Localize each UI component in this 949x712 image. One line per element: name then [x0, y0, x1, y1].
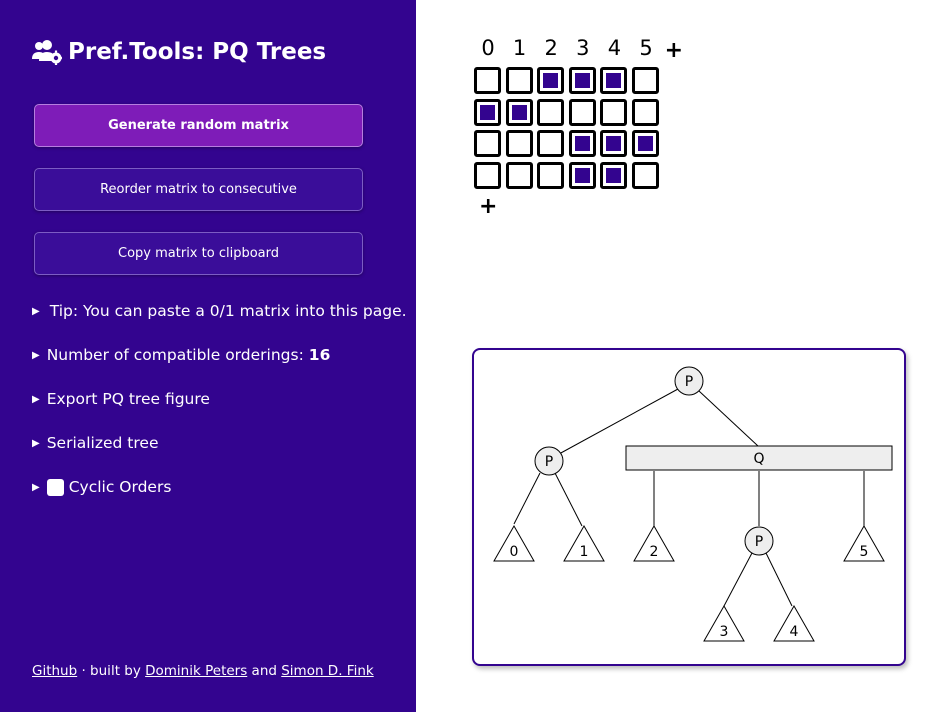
leaf-0[interactable]: 0 — [493, 524, 535, 562]
tree-edge — [558, 388, 679, 455]
leaf-label: 3 — [720, 624, 729, 640]
matrix-column-label: 2 — [544, 36, 558, 60]
matrix-cell[interactable] — [537, 98, 565, 126]
matrix-column-label: 5 — [639, 36, 653, 60]
leaf-3[interactable]: 3 — [703, 604, 745, 642]
inner-p-node[interactable]: P — [744, 526, 774, 556]
leaf-label: 4 — [790, 624, 799, 640]
matrix-cell[interactable] — [537, 130, 565, 157]
matrix-cell[interactable] — [600, 161, 628, 189]
leaf-5[interactable]: 5 — [843, 524, 885, 562]
matrix-cell[interactable] — [632, 67, 659, 94]
github-link[interactable]: Github — [32, 663, 77, 679]
matrix-cell[interactable] — [474, 161, 501, 189]
matrix-cell[interactable] — [474, 130, 501, 157]
q-node[interactable]: Q — [625, 445, 893, 471]
tree-edge — [513, 472, 541, 525]
serialized-disclosure[interactable]: ▶ Serialized tree — [32, 431, 159, 455]
inner-p-label: P — [755, 534, 763, 550]
leaf-label: 0 — [510, 544, 519, 560]
users-cog-icon — [32, 40, 62, 65]
disclosure-triangle-icon: ▶ — [32, 349, 40, 361]
matrix-cell[interactable] — [474, 67, 501, 94]
matrix-cell[interactable] — [568, 130, 596, 157]
leaf-label: 1 — [580, 544, 589, 560]
leaf-2[interactable]: 2 — [633, 524, 675, 562]
cyclic-orders-checkbox[interactable] — [46, 478, 64, 496]
matrix-column-label: 1 — [512, 36, 527, 60]
sidebar: Pref.Tools: PQ Trees Generate random mat… — [0, 0, 416, 712]
author-link-peters[interactable]: Dominik Peters — [145, 663, 247, 679]
matrix-cell[interactable] — [600, 67, 628, 94]
matrix-cell[interactable] — [632, 98, 659, 126]
matrix-column-label: 3 — [576, 36, 590, 60]
matrix-cell[interactable] — [568, 67, 596, 94]
export-label: Export PQ tree figure — [46, 390, 210, 408]
tree-edge — [698, 390, 759, 447]
serialized-label: Serialized tree — [46, 434, 159, 452]
disclosure-triangle-icon: ▶ — [32, 393, 40, 405]
leaf-label: 5 — [860, 544, 869, 560]
tree-edge — [765, 552, 793, 607]
matrix-cell[interactable] — [505, 67, 533, 94]
orderings-disclosure[interactable]: ▶ Number of compatible orderings: 16 — [32, 343, 330, 367]
footer: Github · built by Dominik Peters and Sim… — [32, 663, 374, 679]
disclosure-triangle-icon: ▶ — [32, 481, 40, 493]
matrix-cell[interactable] — [632, 161, 659, 189]
add-column-button[interactable]: + — [665, 40, 683, 62]
left-p-label: P — [545, 454, 553, 470]
copy-matrix-button[interactable]: Copy matrix to clipboard — [34, 232, 363, 275]
tree-edge — [554, 472, 583, 527]
tip-text: Tip: You can paste a 0/1 matrix into thi… — [49, 302, 407, 320]
disclosure-triangle-icon: ▶ — [32, 305, 40, 317]
matrix-cell[interactable] — [537, 161, 565, 189]
leaf-label: 2 — [650, 544, 659, 560]
orderings-label: Number of compatible orderings: — [46, 346, 304, 364]
cyclic-disclosure[interactable]: ▶ Cyclic Orders — [32, 475, 171, 499]
leaf-1[interactable]: 1 — [563, 524, 605, 562]
matrix-cell[interactable] — [600, 130, 628, 157]
disclosure-triangle-icon: ▶ — [32, 437, 40, 449]
export-disclosure[interactable]: ▶ Export PQ tree figure — [32, 387, 210, 411]
pq-tree-svg: P P Q P 0 1 2 5 3 4 — [493, 366, 893, 642]
matrix-cell[interactable] — [474, 98, 501, 126]
root-p-node[interactable]: P — [674, 366, 704, 396]
matrix-column-label: 0 — [481, 36, 495, 60]
matrix-cell[interactable] — [568, 98, 596, 126]
leaf-4[interactable]: 4 — [773, 604, 815, 642]
add-row-button[interactable]: + — [479, 196, 497, 218]
footer-built-by: · built by — [77, 663, 146, 679]
left-p-node[interactable]: P — [534, 446, 564, 476]
orderings-count: 16 — [308, 346, 331, 364]
matrix-cell[interactable] — [632, 130, 659, 157]
generate-random-matrix-button[interactable]: Generate random matrix — [34, 104, 363, 147]
matrix-cell[interactable] — [505, 98, 533, 126]
cyclic-label: Cyclic Orders — [68, 478, 172, 496]
q-label: Q — [753, 451, 764, 467]
author-link-fink[interactable]: Simon D. Fink — [281, 663, 373, 679]
app-title: Pref.Tools: PQ Trees — [32, 36, 326, 68]
app-title-text: Pref.Tools: PQ Trees — [68, 39, 327, 65]
matrix-cell[interactable] — [505, 161, 533, 189]
root-p-label: P — [685, 374, 693, 390]
tip-disclosure[interactable]: ▶ Tip: You can paste a 0/1 matrix into t… — [32, 299, 407, 323]
footer-and: and — [247, 663, 282, 679]
matrix-cell[interactable] — [568, 161, 596, 189]
pq-tree-figure: P P Q P 0 1 2 5 3 4 — [472, 348, 906, 666]
matrix-column-label: 4 — [607, 36, 622, 60]
matrix-cell[interactable] — [505, 130, 533, 157]
matrix-cell[interactable] — [537, 67, 565, 94]
reorder-matrix-button[interactable]: Reorder matrix to consecutive — [34, 168, 363, 211]
tree-edge — [723, 552, 753, 607]
matrix-cell[interactable] — [600, 98, 628, 126]
